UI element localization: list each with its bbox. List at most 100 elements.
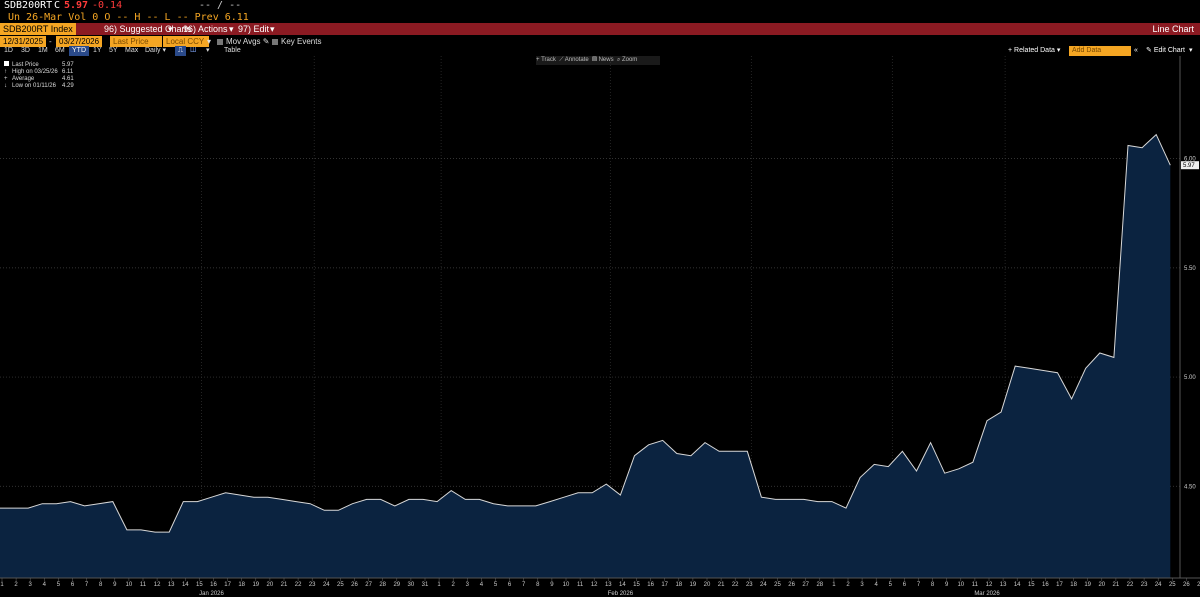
actions-menu[interactable]: 96) Actions (183, 23, 228, 35)
x-tick-label: 3 (466, 582, 470, 588)
x-tick-label: 24 (1155, 582, 1162, 588)
x-tick-label: 16 (210, 582, 217, 588)
y-tick-label: 4.50 (1184, 484, 1196, 490)
frequency-label: Daily (145, 47, 161, 54)
edit-chart-button[interactable]: ✎ Edit Chart (1146, 46, 1185, 56)
legend-high-value: 6.11 (62, 69, 74, 75)
table-button[interactable]: Table (224, 46, 241, 56)
x-tick-label: 14 (619, 582, 626, 588)
key-events-label: Key Events (281, 37, 322, 46)
last-value-label: 5.97 (1183, 163, 1195, 169)
x-tick-label: 14 (182, 582, 189, 588)
legend-average: + Average 4.61 (4, 76, 74, 83)
x-tick-label: 9 (550, 582, 554, 588)
legend: Last Price 5.97 ↑ High on 03/25/26 6.11 + Av… (4, 61, 74, 90)
period-1y[interactable]: 1Y (93, 46, 102, 56)
x-tick-label: 15 (633, 582, 640, 588)
legend-low-label: Low on 01/11/26 (12, 83, 56, 89)
x-tick-label: 15 (196, 582, 203, 588)
x-tick-label: 6 (903, 582, 907, 588)
x-tick-label: 15 (1028, 582, 1035, 588)
period-1d[interactable]: 1D (4, 46, 13, 56)
x-tick-label: 13 (605, 582, 612, 588)
close-flag: C (54, 0, 61, 11)
x-tick-label: 17 (224, 582, 231, 588)
edit-menu[interactable]: 97) Edit (238, 23, 269, 35)
x-tick-label: 4 (43, 582, 47, 588)
ticker[interactable]: SDB200RT (4, 0, 52, 12)
pencil-icon: ✎ (1146, 47, 1152, 54)
legend-low: ↓ Low on 01/11/26 4.29 (4, 83, 74, 90)
x-tick-label: 22 (295, 582, 302, 588)
x-tick-label: 10 (126, 582, 133, 588)
x-tick-label: 1 (437, 582, 441, 588)
series-swatch (4, 61, 9, 66)
x-tick-label: 5 (57, 582, 61, 588)
y-tick-label: 5.00 (1184, 375, 1196, 381)
x-tick-label: 2 (846, 582, 850, 588)
x-tick-label: 10 (563, 582, 570, 588)
x-tick-label: 8 (536, 582, 540, 588)
x-tick-label: 27 (365, 582, 372, 588)
add-data-input[interactable]: Add Data (1069, 46, 1131, 56)
related-data-label: Related Data (1014, 47, 1055, 54)
checkbox-icon (272, 38, 278, 45)
x-tick-label: 2 (452, 582, 456, 588)
x-tick-label: 17 (1056, 582, 1063, 588)
x-tick-label: 21 (718, 582, 725, 588)
month-label: Jan 2026 (199, 591, 224, 597)
x-tick-label: 6 (508, 582, 512, 588)
legend-last-price-value: 5.97 (62, 62, 74, 68)
x-tick-label: 22 (1127, 582, 1134, 588)
quote-details: Un 26-Mar Vol 0 O -- H -- L -- Prev 6.11 (0, 12, 1200, 23)
period-1m[interactable]: 1M (38, 46, 48, 56)
x-tick-label: 20 (267, 582, 274, 588)
x-tick-label: 12 (591, 582, 598, 588)
security-field[interactable]: SDB200RT Index (0, 23, 76, 35)
x-tick-label: 28 (379, 582, 386, 588)
x-tick-label: 11 (577, 582, 584, 588)
x-tick-label: 23 (746, 582, 753, 588)
x-tick-label: 25 (337, 582, 344, 588)
bid-ask: -- / -- (199, 0, 242, 11)
pencil-icon: ✎ (262, 37, 270, 46)
period-max[interactable]: Max (125, 46, 138, 56)
x-tick-label: 26 (788, 582, 795, 588)
price-chart[interactable]: 4.505.005.506.005.97 1 2 3 4 5 6 7 8 9 10 11 12 13 14… (0, 56, 1200, 597)
x-tick-label: 31 (422, 582, 429, 588)
suggested-charts-menu[interactable]: 96) Suggested Charts (104, 23, 192, 35)
line-chart-icon[interactable]: ⎍ (175, 46, 186, 56)
x-tick-label: 12 (986, 582, 993, 588)
period-6m[interactable]: 6M (55, 46, 65, 56)
period-ytd[interactable]: YTD (69, 46, 89, 56)
x-tick-label: 26 (351, 582, 358, 588)
x-tick-label: 24 (760, 582, 767, 588)
related-data-menu[interactable]: + Related Data ▾ (1008, 46, 1060, 56)
x-tick-label: 23 (1141, 582, 1148, 588)
x-tick-label: 13 (168, 582, 175, 588)
period-5y[interactable]: 5Y (109, 46, 118, 56)
x-tick-label: 9 (113, 582, 117, 588)
collapse-icon[interactable]: « (1134, 46, 1138, 56)
x-tick-label: 4 (480, 582, 484, 588)
x-tick-label: 3 (860, 582, 864, 588)
x-tick-label: 20 (704, 582, 711, 588)
mov-avgs-label: Mov Avgs (226, 37, 261, 46)
x-tick-label: 19 (252, 582, 259, 588)
legend-average-value: 4.61 (62, 76, 74, 82)
checkbox-icon (217, 38, 223, 45)
caret-icon: ▾ (1189, 47, 1193, 54)
x-tick-label: 18 (675, 582, 682, 588)
x-tick-label: 13 (1000, 582, 1007, 588)
period-3d[interactable]: 3D (21, 46, 30, 56)
x-tick-label: 25 (774, 582, 781, 588)
x-tick-label: 1 (832, 582, 836, 588)
x-tick-label: 25 (1169, 582, 1176, 588)
x-tick-label: 7 (522, 582, 526, 588)
frequency-selector[interactable]: Daily ▾ (145, 46, 166, 56)
bar-chart-icon[interactable]: Ш (190, 46, 196, 56)
x-tick-label: 21 (1113, 582, 1120, 588)
x-tick-label: 21 (281, 582, 288, 588)
y-axis: 4.505.005.506.005.97 (1179, 56, 1199, 578)
period-bar: 1D 3D 1M 6M YTD 1Y 5Y Max Daily ▾ ⎍ Ш ▾ … (0, 46, 1200, 56)
